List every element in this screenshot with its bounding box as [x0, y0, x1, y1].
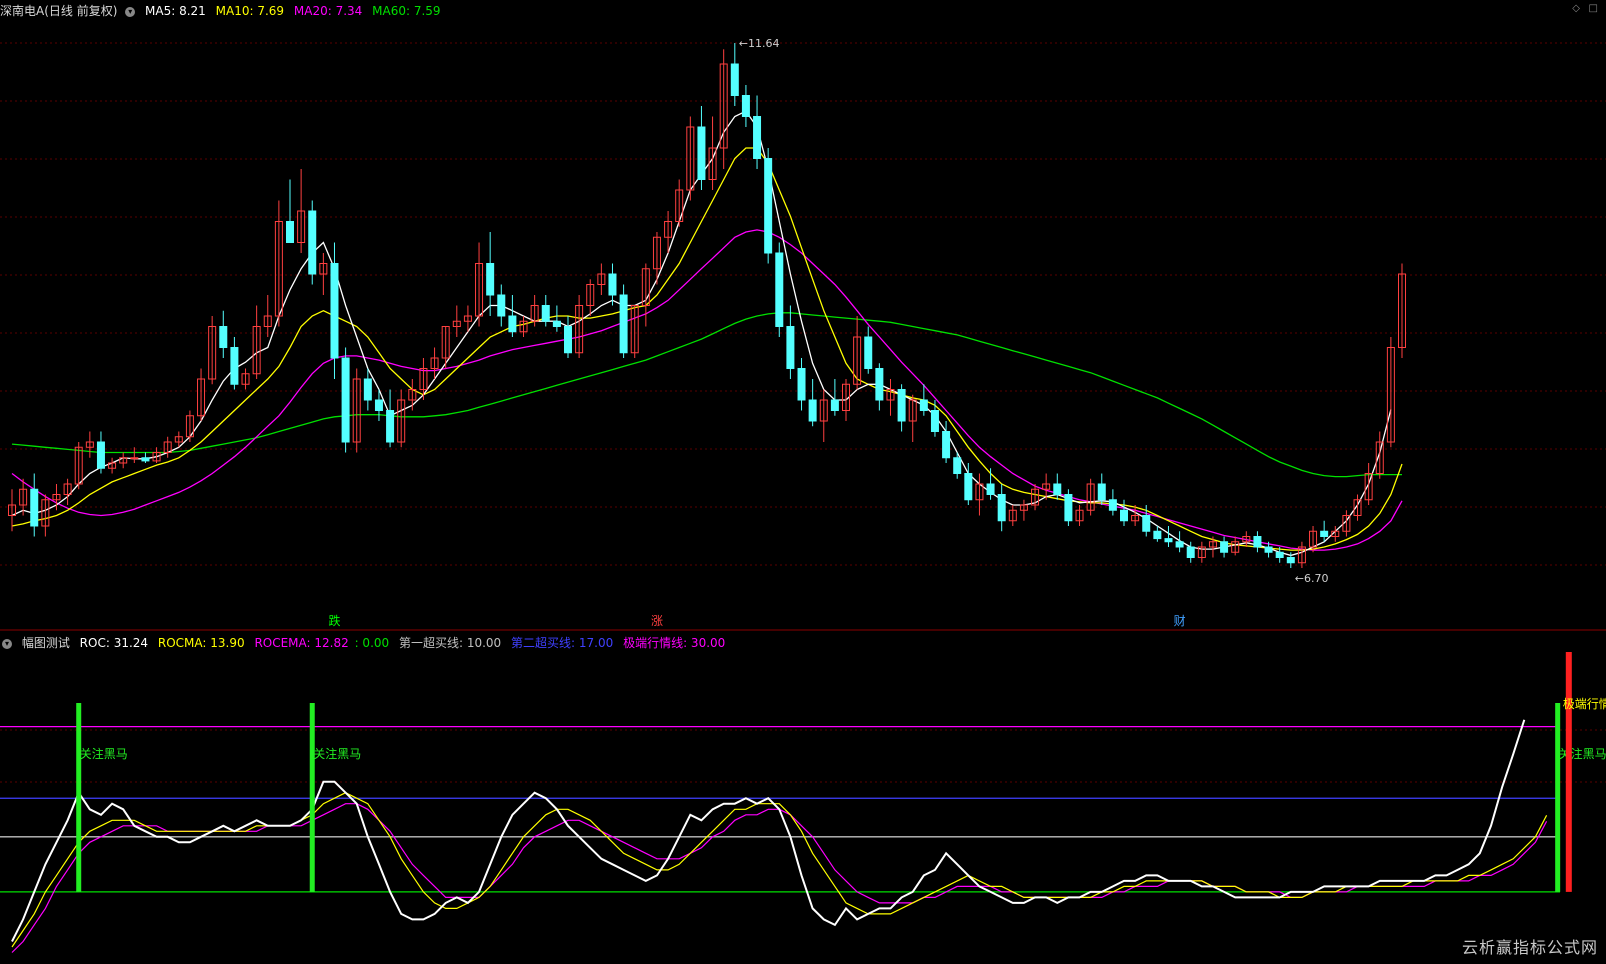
candle-body — [741, 95, 750, 117]
candle-body — [141, 457, 150, 462]
candle-body — [1275, 551, 1284, 558]
candle-body — [1153, 530, 1162, 540]
grid-lines — [0, 42, 1606, 783]
event-marker: 跌 — [328, 613, 340, 628]
line2-label: 第二超买线: 17.00 — [511, 636, 614, 650]
zero-label: : 0.00 — [354, 636, 390, 650]
candle-body — [508, 315, 517, 333]
candle-body — [753, 116, 762, 159]
chart-canvas: 关注黑马 关注黑马 关注黑马 极端行情 ←11.64 ←6.70 跌 涨 财 — [0, 37, 1606, 953]
candle-body — [1108, 499, 1117, 511]
candle-body — [864, 336, 873, 369]
candle-body — [897, 389, 906, 422]
candle-body — [808, 399, 817, 422]
candle-body — [875, 368, 884, 401]
candle-body — [286, 221, 294, 243]
stock-title: 深南电A(日线 前复权) — [0, 4, 118, 18]
candle-body — [830, 399, 839, 411]
candles — [8, 43, 1406, 568]
candle-body — [930, 410, 939, 432]
main-header: 深南电A(日线 前复权) ▾ MA5: 8.21 MA10: 7.69 MA20… — [0, 2, 447, 20]
candle-body — [1220, 541, 1229, 553]
roc-label: ROC: 31.24 — [79, 636, 149, 650]
candle-body — [919, 399, 928, 411]
candle-body — [386, 410, 395, 443]
ma20-label: MA20: 7.34 — [293, 4, 363, 18]
ma5-label: MA5: 8.21 — [145, 4, 206, 18]
low-price-label: ←6.70 — [1295, 572, 1329, 585]
candle-body — [130, 457, 139, 460]
watermark: 云析赢指标公式网 — [1461, 938, 1598, 957]
event-marker: 财 — [1174, 614, 1186, 628]
candle-body — [1286, 557, 1295, 564]
chevron-down-icon[interactable]: ▾ — [125, 6, 136, 17]
ma20-line — [11, 229, 1403, 551]
candle-body — [1264, 546, 1273, 553]
candle-body — [1186, 546, 1195, 558]
candle-body — [608, 273, 617, 296]
candle-body — [1053, 483, 1062, 495]
candle-body — [1097, 483, 1106, 501]
roc-line — [11, 719, 1526, 942]
candle-body — [541, 305, 550, 322]
signal-label: 关注黑马 — [80, 746, 128, 761]
candle-body — [697, 126, 706, 180]
candle-body — [1142, 515, 1151, 532]
candle-body — [619, 294, 628, 354]
candle-body — [30, 488, 39, 527]
line1-label: 第一超买线: 10.00 — [398, 636, 502, 650]
rocema-label: ROCEMA: 12.82 — [254, 636, 349, 650]
candle-body — [775, 252, 784, 327]
maximize-icon[interactable]: □ — [1589, 3, 1598, 14]
candle-body — [997, 494, 1006, 522]
event-marker: 涨 — [651, 613, 663, 628]
rocma-line — [11, 792, 1548, 948]
signal-bar — [76, 703, 82, 892]
expand-icon[interactable]: ◇ — [1572, 3, 1580, 14]
candle-body — [308, 210, 317, 275]
candle-body — [486, 263, 495, 296]
sub-header: ▾ 幅图测试 ROC: 31.24 ROCMA: 13.90 ROCEMA: 1… — [0, 634, 731, 652]
candle-body — [330, 263, 339, 359]
candle-body — [363, 378, 372, 401]
high-price-label: ←11.64 — [739, 37, 780, 50]
candle-body — [986, 483, 995, 495]
candle-body — [942, 431, 951, 459]
ma60-label: MA60: 7.59 — [372, 4, 441, 18]
signal-bar — [309, 703, 315, 892]
ma10-line — [11, 147, 1403, 551]
candle-body — [953, 457, 962, 474]
candle-body — [564, 326, 572, 354]
candle-body — [1120, 509, 1128, 522]
candle-body — [374, 399, 383, 411]
line3-label: 极端行情线: 30.00 — [623, 636, 726, 650]
candle-body — [497, 294, 506, 317]
candle-body — [1164, 538, 1173, 543]
candle-body — [341, 357, 350, 443]
extreme-bar — [1565, 652, 1572, 892]
ma10-label: MA10: 7.69 — [215, 4, 285, 18]
extreme-label: 极端行情 — [1563, 697, 1606, 711]
candle-body — [96, 441, 105, 469]
candle-body — [1253, 536, 1262, 548]
rocma-label: ROCMA: 13.90 — [157, 636, 245, 650]
candle-body — [1320, 530, 1329, 537]
chevron-down-icon[interactable]: ▾ — [2, 638, 12, 649]
indicator-title: 幅图测试 — [21, 636, 70, 650]
candle-body — [219, 326, 228, 348]
candle-body — [1064, 494, 1073, 522]
signal-bar — [1555, 703, 1561, 892]
signal-label: 关注黑马 — [1559, 746, 1606, 761]
sub-indicator-lines: 关注黑马 关注黑马 关注黑马 极端行情 — [0, 652, 1606, 953]
rocema-line — [11, 803, 1548, 953]
candle-body — [797, 368, 806, 401]
candle-body — [730, 63, 739, 96]
candle-body — [1175, 541, 1184, 548]
candle-body — [764, 158, 773, 254]
candle-body — [552, 320, 561, 327]
candle-body — [964, 473, 973, 501]
candle-body — [786, 326, 795, 369]
candle-body — [230, 347, 239, 385]
signal-label: 关注黑马 — [313, 746, 361, 761]
